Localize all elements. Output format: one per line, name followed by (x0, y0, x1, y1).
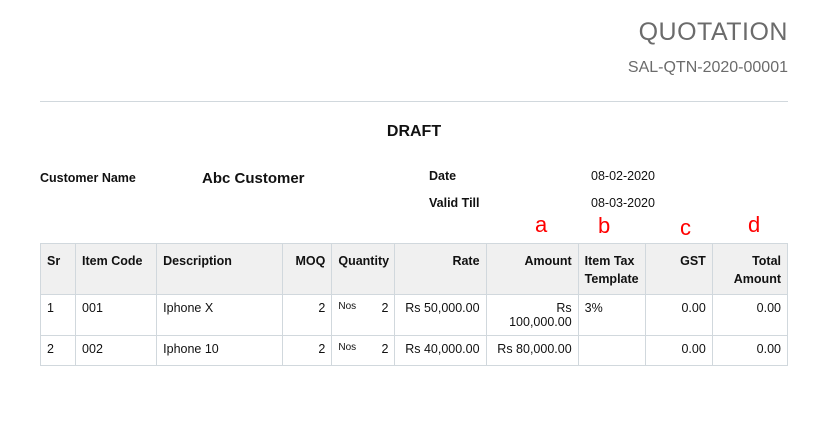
column-header-item-tax-template: Item Tax Template (577, 243, 646, 295)
table-row: 1 001 Iphone X 2 Nos 2 Rs 50,000.00 Rs 1… (39, 294, 789, 336)
annotation-marker-d: d (748, 212, 761, 237)
cell-moq: 2 (282, 335, 333, 366)
cell-description: Iphone 10 (156, 335, 284, 366)
customer-name-label: Customer Name (40, 171, 136, 185)
table-header-row: Sr Item Code Description MOQ Quantity Ra… (39, 243, 789, 295)
date-value: 08-02-2020 (591, 169, 655, 183)
cell-item-code: 001 (75, 294, 158, 336)
cell-moq: 2 (282, 294, 333, 336)
column-header-amount: Amount (485, 243, 579, 295)
cell-uom: Nos (338, 301, 357, 312)
valid-till-label: Valid Till (429, 196, 480, 210)
date-label: Date (429, 169, 457, 183)
document-title: QUOTATION (638, 18, 788, 46)
annotation-marker-a: a (535, 212, 548, 237)
customer-name-value: Abc Customer (202, 170, 305, 187)
column-header-sr: Sr (39, 243, 77, 295)
annotation-marker-c: c (680, 215, 691, 240)
cell-rate: Rs 50,000.00 (394, 294, 487, 336)
cell-rate: Rs 40,000.00 (394, 335, 487, 366)
cell-quantity: Nos 2 (331, 335, 396, 366)
status-label: DRAFT (386, 123, 442, 140)
cell-item-code: 002 (75, 335, 158, 366)
column-header-moq: MOQ (282, 243, 333, 295)
cell-sr: 1 (39, 294, 77, 336)
cell-total-amount: 0.00 (711, 294, 789, 336)
cell-item-tax-template: 3% (577, 294, 646, 336)
cell-total-amount: 0.00 (711, 335, 789, 366)
cell-uom: Nos (338, 342, 357, 353)
column-header-item-code: Item Code (75, 243, 158, 295)
items-table: Sr Item Code Description MOQ Quantity Ra… (39, 243, 789, 366)
column-header-quantity: Quantity (331, 243, 396, 295)
column-header-rate: Rate (394, 243, 487, 295)
column-header-total-amount: Total Amount (711, 243, 789, 295)
cell-sr: 2 (39, 335, 77, 366)
column-header-description: Description (156, 243, 284, 295)
document-number: SAL-QTN-2020-00001 (627, 59, 788, 76)
annotation-marker-b: b (598, 213, 611, 238)
table-row: 2 002 Iphone 10 2 Nos 2 Rs 40,000.00 Rs … (39, 335, 789, 366)
cell-amount: Rs 80,000.00 (485, 335, 579, 366)
header-divider (40, 101, 788, 102)
cell-gst: 0.00 (644, 335, 713, 366)
cell-gst: 0.00 (644, 294, 713, 336)
cell-quantity: Nos 2 (331, 294, 396, 336)
valid-till-value: 08-03-2020 (591, 196, 655, 210)
cell-description: Iphone X (156, 294, 284, 336)
column-header-gst: GST (644, 243, 713, 295)
cell-item-tax-template (577, 335, 646, 366)
cell-amount: Rs 100,000.00 (485, 294, 579, 336)
